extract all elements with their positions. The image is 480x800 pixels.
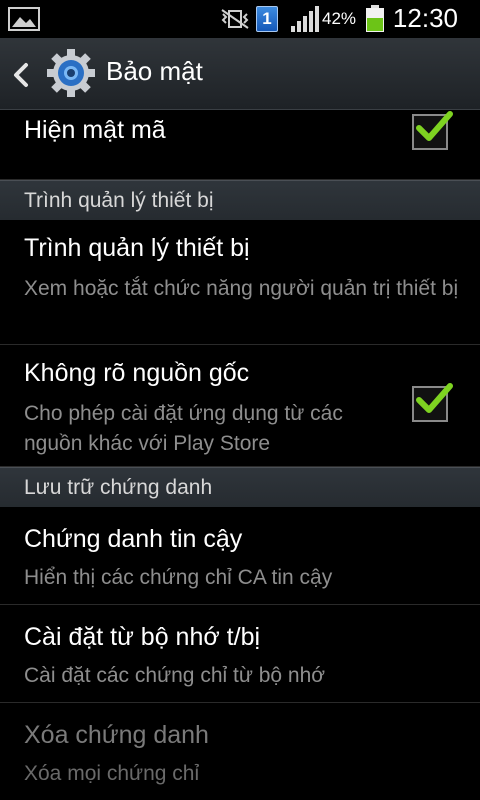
show-password-checkbox[interactable] — [412, 111, 453, 150]
section-title: Lưu trữ chứng danh — [24, 476, 213, 499]
section-header-credential-storage: Lưu trữ chứng danh — [0, 467, 480, 507]
pref-title: Cài đặt từ bộ nhớ t/bị — [24, 623, 261, 651]
mute-vibrate-icon — [221, 9, 249, 29]
pref-summary: Cài đặt các chứng chỉ từ bộ nhớ — [24, 664, 326, 687]
settings-list: Hiện mật mã Trình quản lý thiết bị Trình… — [0, 110, 480, 800]
battery-percent: 42% — [322, 9, 357, 28]
sim-icon: 1 — [256, 6, 278, 32]
settings-gear-icon[interactable] — [46, 48, 96, 98]
section-header-device-admin: Trình quản lý thiết bị — [0, 180, 480, 220]
pref-show-password[interactable]: Hiện mật mã — [0, 110, 480, 180]
pref-clear-credentials: Xóa chứng danh Xóa mọi chứng chỉ — [0, 703, 480, 800]
status-clock: 12:30 — [392, 3, 458, 33]
pref-unknown-sources[interactable]: Không rõ nguồn gốc Cho phép cài đặt ứng … — [0, 345, 480, 467]
pref-summary: Xóa mọi chứng chỉ — [24, 762, 200, 785]
pref-title: Chứng danh tin cậy — [24, 525, 243, 553]
back-icon[interactable] — [12, 62, 30, 88]
pref-title: Không rõ nguồn gốc — [24, 359, 250, 387]
gallery-icon — [8, 7, 40, 31]
section-title: Trình quản lý thiết bị — [24, 189, 214, 212]
pref-device-administrators[interactable]: Trình quản lý thiết bị Xem hoặc tắt chức… — [0, 220, 480, 345]
pref-summary: Hiển thị các chứng chỉ CA tin cậy — [24, 566, 333, 589]
pref-title: Hiện mật mã — [24, 116, 166, 144]
pref-summary: Cho phép cài đặt ứng dụng từ các nguồn k… — [24, 402, 343, 455]
pref-title: Xóa chứng danh — [24, 721, 209, 749]
checkmark-icon — [416, 111, 453, 141]
page-title: Bảo mật — [106, 56, 203, 86]
pref-trusted-credentials[interactable]: Chứng danh tin cậy Hiển thị các chứng ch… — [0, 507, 480, 605]
pref-install-from-storage[interactable]: Cài đặt từ bộ nhớ t/bị Cài đặt các chứng… — [0, 605, 480, 703]
battery-icon — [366, 5, 384, 32]
pref-summary: Xem hoặc tắt chức năng người quản trị th… — [24, 277, 459, 300]
unknown-sources-checkbox[interactable] — [412, 383, 453, 422]
pref-title: Trình quản lý thiết bị — [24, 234, 250, 262]
signal-icon — [291, 6, 319, 32]
checkmark-icon — [416, 383, 453, 413]
status-bar: 1 42% 12:30 — [0, 0, 480, 38]
action-bar: Bảo mật — [0, 38, 480, 110]
